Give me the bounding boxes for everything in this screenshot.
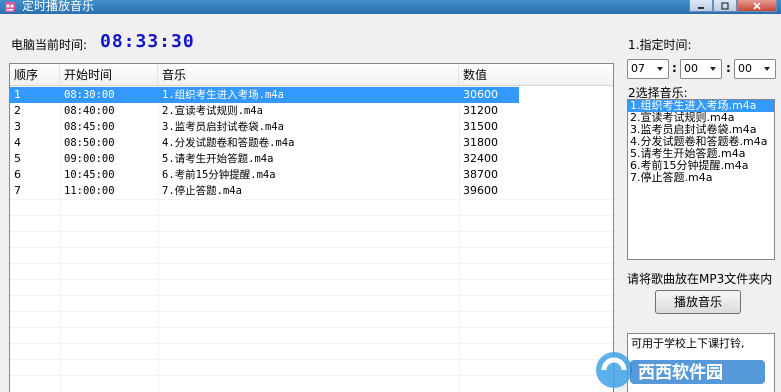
empty-row (10, 311, 613, 327)
empty-row (10, 359, 613, 375)
cell-order: 6 (14, 168, 21, 181)
music-list-item[interactable]: 7.停止答题.m4a (628, 172, 774, 184)
music-listbox[interactable]: 1.组织考生进入考场.m4a 2.宣读考试规则.m4a 3.监考员启封试卷袋.m4a… (627, 99, 775, 260)
empty-row (10, 375, 613, 391)
second-value: 00 (738, 62, 752, 75)
cell-start-time: 08:40:00 (64, 105, 115, 117)
watermark-sub: CR173.COM (702, 383, 750, 392)
table-row[interactable]: 6 10:45:00 6.考前15分钟提醒.m4a 38700 (10, 167, 613, 183)
cell-value: 39600 (463, 184, 498, 197)
minimize-button[interactable] (689, 0, 713, 12)
cell-music: 1.组织考生进入考场.m4a (162, 89, 284, 101)
cell-start-time: 09:00:00 (64, 153, 115, 165)
empty-row (10, 327, 613, 343)
chevron-down-icon (657, 67, 663, 71)
watermark-logo: 西西软件园 CR173.COM (596, 352, 765, 392)
minimize-icon (698, 6, 704, 9)
cell-value: 31500 (463, 120, 498, 133)
time-separator: : (672, 61, 677, 75)
cell-music: 7.停止答题.m4a (162, 185, 242, 197)
app-icon (5, 2, 15, 12)
cell-start-time: 08:45:00 (64, 121, 115, 133)
cell-music: 5.请考生开始答题.m4a (162, 153, 274, 165)
cell-start-time: 10:45:00 (64, 169, 115, 181)
window-title: 定时播放音乐 (22, 0, 95, 13)
column-header-music[interactable]: 音乐 (158, 64, 459, 86)
column-header-order[interactable]: 顺序 (10, 64, 60, 86)
watermark-brand: 西西软件园 (638, 362, 723, 383)
cell-start-time: 11:00:00 (64, 185, 115, 197)
cell-order: 7 (14, 184, 21, 197)
table-row[interactable]: 7 11:00:00 7.停止答题.m4a 39600 (10, 183, 613, 199)
cell-order: 3 (14, 120, 21, 133)
maximize-icon (721, 1, 729, 10)
hour-select[interactable]: 07 (627, 59, 669, 79)
table-row[interactable]: 4 08:50:00 4.分发试题卷和答题卷.m4a 31800 (10, 135, 613, 151)
maximize-button[interactable] (713, 0, 737, 12)
table-row[interactable]: 2 08:40:00 2.宣读考试规则.m4a 31200 (10, 103, 613, 119)
title-bar: 定时播放音乐 (0, 0, 781, 14)
empty-row (10, 263, 613, 279)
table-header: 顺序 开始时间 音乐 数值 (10, 64, 613, 86)
second-select[interactable]: 00 (734, 59, 776, 79)
empty-row (10, 199, 613, 215)
cell-start-time: 08:50:00 (64, 137, 115, 149)
table-row[interactable]: 5 09:00:00 5.请考生开始答题.m4a 32400 (10, 151, 613, 167)
cell-order: 5 (14, 152, 21, 165)
column-header-start-time[interactable]: 开始时间 (60, 64, 158, 86)
chevron-down-icon (764, 67, 770, 71)
cell-value: 31200 (463, 104, 498, 117)
empty-row (10, 295, 613, 311)
cell-music: 2.宣读考试规则.m4a (162, 105, 263, 117)
empty-row (10, 279, 613, 295)
clock-label: 电脑当前时间: (11, 38, 88, 52)
cell-value: 30600 (463, 88, 498, 101)
cell-music: 6.考前15分钟提醒.m4a (162, 169, 276, 181)
column-header-value[interactable]: 数值 (459, 64, 613, 86)
empty-row (10, 215, 613, 231)
cell-order: 2 (14, 104, 21, 117)
close-icon (753, 1, 761, 10)
cell-music: 4.分发试题卷和答题卷.m4a (162, 137, 295, 149)
empty-row (10, 231, 613, 247)
cell-start-time: 08:30:00 (64, 89, 115, 101)
hour-value: 07 (631, 62, 645, 75)
chevron-down-icon (710, 67, 716, 71)
cell-value: 31800 (463, 136, 498, 149)
minute-value: 00 (684, 62, 698, 75)
mp3-folder-hint: 请将歌曲放在MP3文件夹内 (627, 272, 773, 286)
time-label: 1.指定时间: (628, 38, 692, 52)
cell-value: 38700 (463, 168, 498, 181)
minute-select[interactable]: 00 (680, 59, 722, 79)
time-separator: : (726, 61, 731, 75)
schedule-table[interactable]: 顺序 开始时间 音乐 数值 1 08:30:00 1.组织考生进入考场.m4a 306… (9, 63, 614, 392)
clock-value: 08:33:30 (100, 31, 195, 52)
empty-row (10, 343, 613, 359)
cell-music: 3.监考员启封试卷袋.m4a (162, 121, 284, 133)
cell-value: 32400 (463, 152, 498, 165)
table-body: 1 08:30:00 1.组织考生进入考场.m4a 30600 2 08:40:00 2.宣… (10, 87, 613, 391)
play-music-button[interactable]: 播放音乐 (655, 290, 741, 314)
empty-row (10, 247, 613, 263)
close-button[interactable] (737, 0, 777, 12)
cell-order: 1 (14, 88, 21, 101)
cell-order: 4 (14, 136, 21, 149)
table-row[interactable]: 1 08:30:00 1.组织考生进入考场.m4a 30600 (10, 87, 613, 103)
table-row[interactable]: 3 08:45:00 3.监考员启封试卷袋.m4a 31500 (10, 119, 613, 135)
